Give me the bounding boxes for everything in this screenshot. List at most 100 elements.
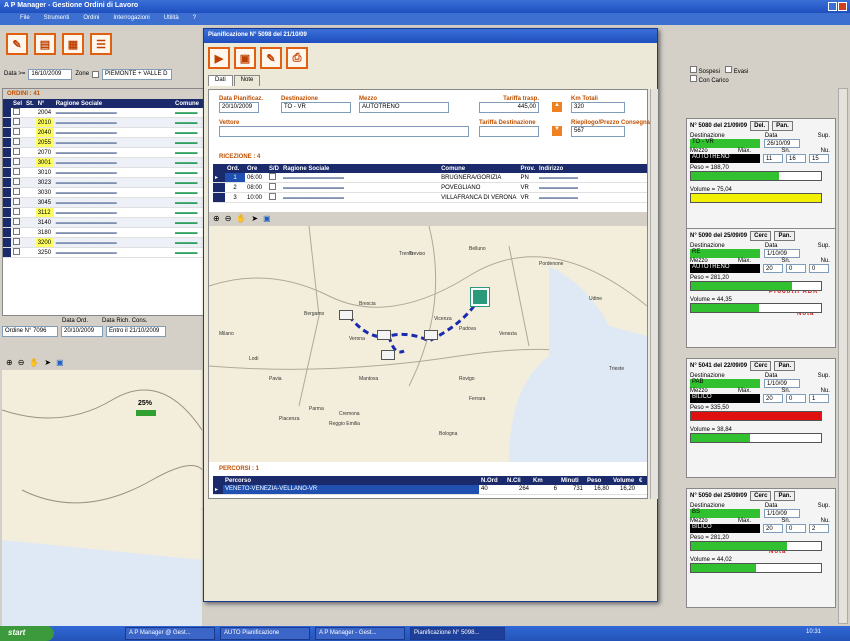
sospesi-checkbox[interactable] <box>690 66 697 73</box>
planning-card[interactable]: N° 5090 del 25/09/09 Cerc Pan. Destinazi… <box>686 228 836 348</box>
con-carico-checkbox[interactable] <box>690 75 697 82</box>
planning-card[interactable]: N° 5080 del 21/09/09 Del. Pan. Destinazi… <box>686 118 836 238</box>
order-row[interactable]: 2055 ▬▬▬▬▬▬▬▬▬▬▬ ▬▬▬▬ <box>3 137 203 148</box>
card-del-button[interactable]: Del. <box>750 121 770 131</box>
card-pan-button[interactable]: Pan. <box>774 491 796 501</box>
route-col-percorso[interactable]: Percorso <box>223 476 479 485</box>
route-map[interactable]: Bergamo Brescia Treviso Padova Vicenza Verona… <box>209 226 647 462</box>
zoom-out-icon[interactable]: ⊖ <box>18 358 25 368</box>
route-col-min[interactable]: Minuti <box>559 476 585 485</box>
menu-help[interactable]: ? <box>193 15 196 23</box>
delivery-sd-checkbox[interactable] <box>267 173 282 183</box>
destinazione-field[interactable]: TO - VR <box>281 102 351 113</box>
dialog-pointer-icon[interactable]: ➤ <box>251 214 258 224</box>
card-m3[interactable]: 1 <box>809 394 829 403</box>
zone-filter-input[interactable]: PIEMONTE + VALLE D <box>102 68 173 80</box>
order-checkbox[interactable] <box>11 207 25 218</box>
menu-utilita[interactable]: Utilità <box>164 15 179 23</box>
card-pan-button[interactable]: Pan. <box>774 231 796 241</box>
del-col-ord[interactable]: Ord. <box>225 164 245 173</box>
save-icon[interactable]: ▣ <box>234 47 256 69</box>
order-checkbox[interactable] <box>11 108 25 118</box>
taskbar-item-4[interactable]: Pianificazione N° 5098... <box>410 627 505 640</box>
del-col-indirizzo[interactable]: Indirizzo <box>537 164 647 173</box>
card-date[interactable]: 26/10/09 <box>764 139 800 148</box>
del-col-prov[interactable]: Prov. <box>518 164 537 173</box>
order-checkbox[interactable] <box>11 157 25 168</box>
order-checkbox[interactable] <box>11 117 25 128</box>
order-checkbox[interactable] <box>11 247 25 258</box>
taskbar-item-3[interactable]: A P Manager - Gest... <box>315 627 405 640</box>
card-del-button[interactable]: Cerc <box>750 361 772 371</box>
route-col-vol[interactable]: Volume <box>611 476 637 485</box>
card-del-button[interactable]: Cerc <box>750 491 772 501</box>
order-checkbox[interactable] <box>11 187 25 198</box>
card-date[interactable]: 1/10/09 <box>764 249 800 258</box>
order-date-field[interactable]: 20/10/2009 <box>61 326 103 337</box>
order-row[interactable]: 3180 ▬▬▬▬▬▬▬▬▬▬▬ ▬▬▬▬ <box>3 227 203 238</box>
route-col-euro[interactable]: € <box>637 476 647 485</box>
tariffa-field[interactable]: 445,00 <box>479 102 539 113</box>
tariffa-dest-field[interactable] <box>479 126 539 137</box>
orders-col-ragione[interactable]: Ragione Sociale <box>53 99 173 108</box>
card-date[interactable]: 1/10/09 <box>764 379 800 388</box>
vettore-field[interactable] <box>219 126 469 137</box>
dialog-scrollbar[interactable] <box>650 89 658 499</box>
card-m2[interactable]: 0 <box>786 524 806 533</box>
order-row[interactable]: 3200 ▬▬▬▬▬▬▬▬▬▬▬ ▬▬▬▬ <box>3 237 203 248</box>
orders-col-st[interactable]: St. <box>24 99 36 108</box>
order-checkbox[interactable] <box>11 167 25 178</box>
order-number-field[interactable]: Ordine N° 7096 <box>2 326 58 337</box>
document-icon[interactable]: ▤ <box>34 33 56 55</box>
order-row[interactable]: 3140 ▬▬▬▬▬▬▬▬▬▬▬ ▬▬▬▬ <box>3 217 203 228</box>
card-m2[interactable]: 0 <box>786 264 806 273</box>
card-m1[interactable]: 20 <box>763 264 783 273</box>
card-pan-button[interactable]: Pan. <box>774 361 796 371</box>
delivery-sd-checkbox[interactable] <box>267 182 282 193</box>
order-checkbox[interactable] <box>11 197 25 208</box>
del-col-ragione[interactable]: Ragione Sociale <box>281 164 440 173</box>
card-del-button[interactable]: Cerc <box>750 231 772 241</box>
card-m1[interactable]: 20 <box>763 394 783 403</box>
planning-card[interactable]: N° 5050 del 25/09/09 Cerc Pan. Destinazi… <box>686 488 836 608</box>
dialog-zoom-out-icon[interactable]: ⊖ <box>225 214 232 224</box>
planning-card[interactable]: N° 5041 del 22/09/09 Cerc Pan. Destinazi… <box>686 358 836 478</box>
pointer-icon[interactable]: ➤ <box>44 358 51 368</box>
del-col-ore[interactable]: Ore <box>245 164 267 173</box>
play-icon[interactable]: ▶ <box>208 47 230 69</box>
card-m2[interactable]: 0 <box>786 394 806 403</box>
minimize-button[interactable] <box>828 2 837 11</box>
order-checkbox[interactable] <box>11 237 25 248</box>
order-row[interactable]: 2070 ▬▬▬▬▬▬▬▬▬▬▬ ▬▬▬▬ <box>3 147 203 158</box>
order-row[interactable]: 3112 ▬▬▬▬▬▬▬▬▬▬▬ ▬▬▬▬ <box>3 207 203 218</box>
tab-note[interactable]: Note <box>233 75 261 86</box>
order-checkbox[interactable] <box>11 137 25 148</box>
menu-interrogazioni[interactable]: Interrogazioni <box>113 15 149 23</box>
taskbar-item-2[interactable]: AUTO Pianificazione <box>220 627 310 640</box>
main-map[interactable]: 25% <box>2 370 202 626</box>
card-m3[interactable]: 0 <box>809 264 829 273</box>
delivery-sd-checkbox[interactable] <box>267 192 282 203</box>
card-pan-button[interactable]: Pan. <box>772 121 793 131</box>
order-row[interactable]: 2040 ▬▬▬▬▬▬▬▬▬▬▬ ▬▬▬▬ <box>3 127 203 138</box>
delivery-row[interactable]: 2 08:00 ▬▬▬▬▬▬▬▬▬▬▬ POVEGLIANO VR ▬▬▬▬▬▬… <box>213 182 647 193</box>
close-button[interactable] <box>838 2 847 11</box>
data-pianif-field[interactable]: 20/10/2009 <box>219 102 259 113</box>
order-row[interactable]: 2010 ▬▬▬▬▬▬▬▬▬▬▬ ▬▬▬▬ <box>3 117 203 128</box>
del-col-sd[interactable]: S/D <box>267 164 282 173</box>
dialog-zoom-in-icon[interactable]: ⊕ <box>213 214 220 224</box>
tab-dati[interactable]: Dati <box>208 75 233 86</box>
order-row[interactable]: 3001 ▬▬▬▬▬▬▬▬▬▬▬ ▬▬▬▬ <box>3 157 203 168</box>
order-date2-field[interactable]: Entro il 21/10/2009 <box>106 326 166 337</box>
print-icon[interactable]: ⎙ <box>286 47 308 69</box>
route-col-peso[interactable]: Peso <box>585 476 611 485</box>
date-filter-input[interactable]: 16/10/2009 <box>28 68 73 80</box>
taskbar-item-1[interactable]: A P Manager @ Gest... <box>125 627 215 640</box>
zone-checkbox[interactable] <box>92 70 100 78</box>
route-col-nord[interactable]: N.Ord <box>479 476 505 485</box>
card-m1[interactable]: 11 <box>763 154 783 163</box>
orders-col-n[interactable]: N° <box>35 99 54 108</box>
start-button[interactable]: start <box>0 626 54 641</box>
menu-file[interactable]: File <box>20 15 30 23</box>
del-col-comune[interactable]: Comune <box>439 164 519 173</box>
